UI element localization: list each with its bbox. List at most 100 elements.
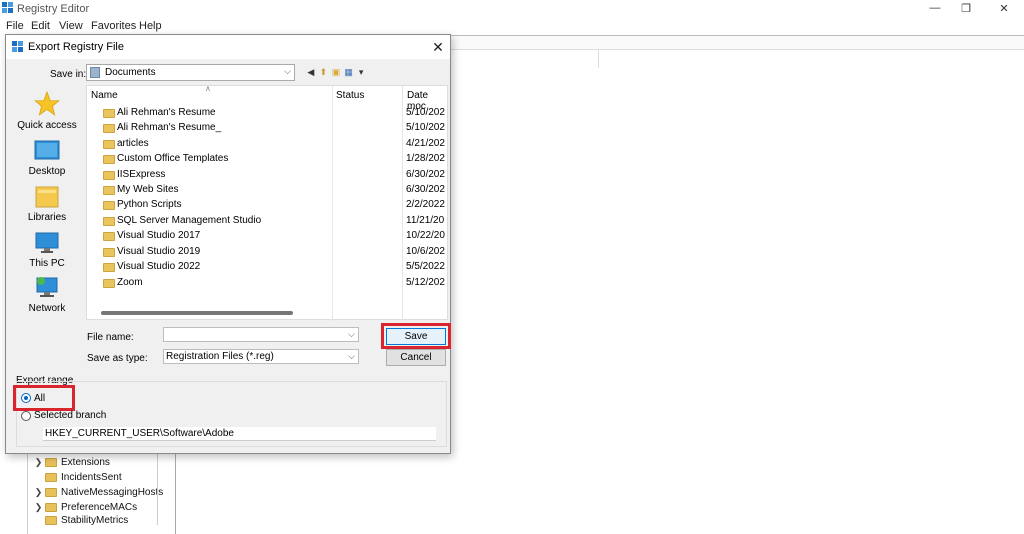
place-quick-access[interactable]: Quick access	[12, 91, 82, 131]
tree-item-label: IncidentsSent	[61, 472, 122, 483]
save-as-type-dropdown[interactable]: Registration Files (*.reg) ⌵	[163, 349, 359, 364]
dialog-close-button[interactable]: ✕	[430, 39, 446, 56]
file-date: 10/6/202	[406, 246, 445, 257]
libraries-icon	[35, 186, 59, 208]
file-row[interactable]: articles 4/21/202	[87, 137, 447, 152]
horizontal-scrollbar[interactable]	[101, 311, 293, 315]
folder-icon	[103, 186, 115, 195]
save-highlight-box	[381, 323, 451, 349]
registry-app-icon	[2, 2, 13, 13]
place-label: This PC	[29, 258, 65, 269]
place-network[interactable]: Network	[12, 276, 82, 314]
tree-item-label: PreferenceMACs	[61, 502, 138, 513]
file-date: 10/22/20	[406, 230, 445, 241]
menu-help[interactable]: Help	[139, 20, 162, 32]
menu-view[interactable]: View	[59, 20, 83, 32]
tree-item-stabilitymetrics[interactable]: StabilityMetrics	[34, 514, 128, 526]
registry-export-icon	[12, 41, 23, 52]
star-icon	[34, 91, 60, 116]
file-row[interactable]: IISExpress 6/30/202	[87, 168, 447, 183]
all-highlight-box	[13, 385, 75, 411]
menu-file[interactable]: File	[6, 20, 24, 32]
file-name: My Web Sites	[117, 184, 179, 195]
dialog-title-bar: Export Registry File ✕	[6, 35, 450, 59]
file-row[interactable]: Visual Studio 2017 10/22/20	[87, 229, 447, 244]
address-bar[interactable]	[449, 35, 1024, 50]
file-row[interactable]: Visual Studio 2022 5/5/2022	[87, 260, 447, 275]
chevron-right-icon[interactable]: ❯	[34, 487, 43, 498]
places-bar: Quick access Desktop Libraries This PC N…	[12, 85, 82, 330]
chevron-down-icon[interactable]: ⌵	[348, 329, 355, 340]
folder-icon	[103, 248, 115, 257]
save-in-value: Documents	[105, 67, 156, 78]
export-registry-dialog: Export Registry File ✕ Save in: Document…	[5, 34, 451, 454]
save-in-dropdown[interactable]: Documents ⌵	[86, 64, 295, 81]
place-libraries[interactable]: Libraries	[12, 185, 82, 223]
place-desktop[interactable]: Desktop	[12, 139, 82, 177]
maximize-button[interactable]: ❐	[956, 2, 976, 15]
pane-splitter[interactable]	[175, 453, 176, 534]
file-name: IISExpress	[117, 169, 166, 180]
menu-bar: File Edit View Favorites Help	[0, 19, 300, 35]
file-row[interactable]: Visual Studio 2019 10/6/202	[87, 245, 447, 260]
file-list[interactable]: ∧ Name Status Date moc Ali Rehman's Resu…	[86, 84, 448, 321]
caret-down-icon[interactable]: ▾	[356, 67, 366, 77]
file-row[interactable]: Ali Rehman's Resume 5/10/202	[87, 106, 447, 121]
folder-icon	[45, 488, 57, 497]
file-date: 5/10/202	[406, 122, 445, 133]
registry-title-bar: Registry Editor — ❐ ✕	[0, 0, 1024, 18]
folder-icon	[103, 109, 115, 118]
file-name: Python Scripts	[117, 199, 182, 210]
column-header-status[interactable]: Status	[336, 90, 364, 101]
selected-branch-radio[interactable]	[21, 411, 31, 421]
file-name: Visual Studio 2022	[117, 261, 201, 272]
branch-path-input[interactable]: HKEY_CURRENT_USER\Software\Adobe	[43, 427, 436, 441]
file-date: 4/21/202	[406, 138, 445, 149]
chevron-right-icon[interactable]: ❯	[34, 457, 43, 468]
cancel-button[interactable]: Cancel	[386, 349, 446, 366]
chevron-down-icon[interactable]: ⌵	[348, 351, 355, 362]
file-row[interactable]: Zoom 5/12/202	[87, 276, 447, 291]
file-row[interactable]: SQL Server Management Studio 11/21/20	[87, 214, 447, 229]
file-date: 5/10/202	[406, 107, 445, 118]
tree-item-incidentssent[interactable]: IncidentsSent	[34, 470, 122, 485]
file-name: Custom Office Templates	[117, 153, 229, 164]
place-label: Network	[28, 303, 66, 314]
menu-edit[interactable]: Edit	[31, 20, 50, 32]
tree-item-label: StabilityMetrics	[61, 514, 129, 526]
folder-icon	[103, 279, 115, 288]
tree-scrollbar[interactable]	[157, 453, 158, 525]
menu-favorites[interactable]: Favorites	[91, 20, 136, 32]
file-name-input[interactable]: ⌵	[163, 327, 359, 342]
back-icon[interactable]: ◀	[306, 67, 316, 77]
folder-icon	[103, 201, 115, 210]
minimize-button[interactable]: —	[925, 2, 945, 14]
file-date: 5/5/2022	[406, 261, 445, 272]
save-as-type-label: Save as type:	[87, 353, 148, 364]
chevron-right-icon[interactable]: ❯	[34, 502, 43, 513]
file-date: 5/12/202	[406, 277, 445, 288]
tree-item-extensions[interactable]: ❯ Extensions	[34, 455, 110, 470]
tree-item-nativemessaginghosts[interactable]: ❯ NativeMessagingHosts	[34, 485, 164, 500]
folder-icon	[45, 515, 57, 525]
column-header-name[interactable]: Name	[91, 90, 118, 101]
folder-icon	[103, 263, 115, 272]
file-date: 6/30/202	[406, 184, 445, 195]
close-window-button[interactable]: ✕	[994, 2, 1014, 15]
folder-icon	[45, 473, 57, 482]
up-folder-icon[interactable]: ⬆	[319, 67, 329, 77]
file-row[interactable]: My Web Sites 6/30/202	[87, 183, 447, 198]
dialog-title: Export Registry File	[28, 41, 124, 53]
folder-icon	[103, 217, 115, 226]
navigation-toolbar: ◀ ⬆ ▣ ▦ ▾	[306, 65, 366, 79]
file-row[interactable]: Custom Office Templates 1/28/202	[87, 152, 447, 167]
file-row[interactable]: Python Scripts 2/2/2022	[87, 198, 447, 213]
view-menu-icon[interactable]: ▦	[344, 67, 354, 77]
selected-branch-label[interactable]: Selected branch	[34, 410, 106, 421]
file-row[interactable]: Ali Rehman's Resume_ 5/10/202	[87, 121, 447, 136]
place-this-pc[interactable]: This PC	[12, 231, 82, 269]
new-folder-icon[interactable]: ▣	[331, 67, 341, 77]
tree-item-preferencemacs[interactable]: ❯ PreferenceMACs	[34, 500, 137, 515]
file-name: Visual Studio 2019	[117, 246, 201, 257]
file-name: articles	[117, 138, 149, 149]
